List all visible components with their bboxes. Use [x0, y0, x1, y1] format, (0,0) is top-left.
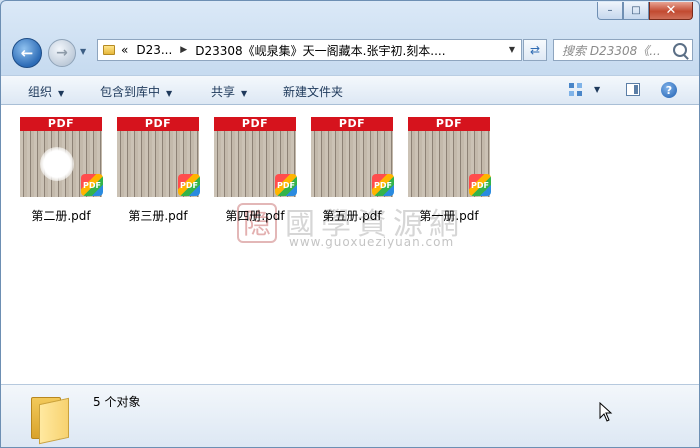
include-in-library-label: 包含到库中: [100, 85, 161, 99]
folder-icon: [29, 391, 71, 445]
address-bar[interactable]: « D23... ▶ D23308《岘泉集》天一阁藏本.张宇初.刻本.... ▼: [97, 39, 522, 61]
command-bar: 组织 ▼ 包含到库中 ▼ 共享 ▼ 新建文件夹 ▼ ?: [1, 75, 699, 105]
search-placeholder: 搜索 D23308《...: [562, 43, 661, 58]
chevron-down-icon: ▼: [166, 89, 173, 98]
view-options-dropdown[interactable]: ▼: [594, 85, 600, 94]
pdf-app-icon: PDF: [275, 174, 297, 196]
search-input[interactable]: 搜索 D23308《...: [553, 39, 693, 61]
new-folder-label: 新建文件夹: [283, 85, 344, 99]
breadcrumb-segment-current[interactable]: D23308《岘泉集》天一阁藏本.张宇初.刻本....: [195, 42, 445, 59]
maximize-button[interactable]: □: [623, 2, 649, 20]
change-view-icon[interactable]: [569, 83, 583, 97]
details-pane: 5 个对象: [1, 384, 699, 447]
preview-pane-icon[interactable]: [626, 83, 640, 96]
minimize-button[interactable]: –: [597, 2, 623, 20]
explorer-window: – □ ✕ ← → ▼ « D23... ▶ D23308《岘泉集》天一阁藏本.…: [0, 0, 700, 448]
file-item[interactable]: PDF PDF 第五册.pdf: [308, 117, 396, 224]
chevron-down-icon: ▼: [241, 89, 248, 98]
pdf-app-icon: PDF: [469, 174, 491, 196]
pdf-app-icon: PDF: [372, 174, 394, 196]
refresh-icon: ⇄: [529, 43, 541, 57]
file-item[interactable]: PDF PDF 第一册.pdf: [405, 117, 493, 224]
file-name: 第四册.pdf: [225, 209, 285, 223]
file-item[interactable]: PDF PDF 第四册.pdf: [211, 117, 299, 224]
address-prefix[interactable]: «: [121, 43, 128, 57]
chevron-right-icon[interactable]: ▶: [180, 45, 187, 55]
arrow-right-icon: →: [56, 45, 68, 61]
search-icon[interactable]: [673, 43, 687, 57]
organize-menu[interactable]: 组织 ▼: [28, 83, 64, 100]
pdf-banner: PDF: [311, 117, 393, 131]
arrow-left-icon: ←: [20, 44, 34, 62]
item-count: 5 个对象: [93, 395, 141, 409]
organize-label: 组织: [28, 85, 53, 99]
pdf-banner: PDF: [117, 117, 199, 131]
close-button[interactable]: ✕: [649, 2, 693, 20]
help-icon[interactable]: ?: [661, 82, 677, 98]
pdf-banner: PDF: [214, 117, 296, 131]
file-name: 第二册.pdf: [31, 209, 91, 223]
chevron-down-icon: ▼: [58, 89, 65, 98]
file-list[interactable]: 隐 國學資源網 www.guoxueziyuan.com PDF PDF 第二册…: [1, 105, 699, 384]
pdf-banner: PDF: [408, 117, 490, 131]
pdf-app-icon: PDF: [178, 174, 200, 196]
include-in-library-menu[interactable]: 包含到库中 ▼: [100, 83, 172, 100]
file-name: 第三册.pdf: [128, 209, 188, 223]
file-name: 第一册.pdf: [419, 209, 479, 223]
file-item[interactable]: PDF PDF 第二册.pdf: [17, 117, 105, 224]
chevron-down-icon[interactable]: ▼: [509, 45, 515, 54]
mouse-cursor-icon: [599, 402, 613, 422]
share-label: 共享: [211, 85, 236, 99]
file-name: 第五册.pdf: [322, 209, 382, 223]
pdf-banner: PDF: [20, 117, 102, 131]
file-item[interactable]: PDF PDF 第三册.pdf: [114, 117, 202, 224]
page-stain: [40, 147, 74, 181]
recent-pages-dropdown[interactable]: ▼: [80, 47, 86, 56]
share-menu[interactable]: 共享 ▼: [211, 83, 247, 100]
pdf-app-icon: PDF: [81, 174, 103, 196]
folder-icon: [103, 45, 115, 55]
forward-button[interactable]: →: [48, 39, 76, 67]
refresh-button[interactable]: ⇄: [523, 39, 547, 61]
watermark-url: www.guoxueziyuan.com: [289, 235, 455, 249]
back-button[interactable]: ←: [12, 38, 42, 68]
new-folder-button[interactable]: 新建文件夹: [283, 83, 343, 100]
breadcrumb-segment[interactable]: D23...: [136, 43, 172, 57]
caption-buttons: – □ ✕: [597, 2, 693, 20]
